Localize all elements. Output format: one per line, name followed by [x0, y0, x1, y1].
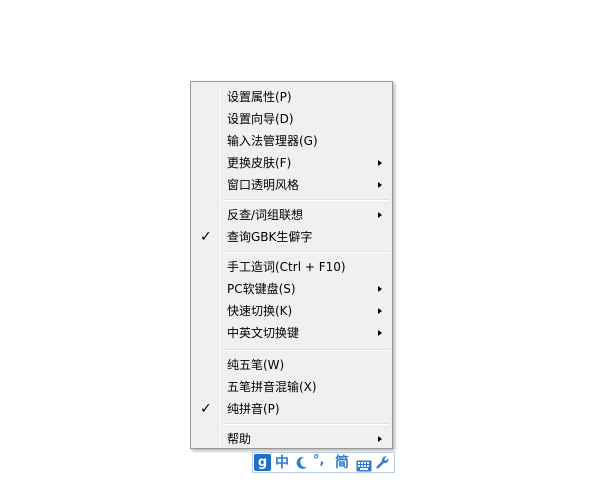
keyboard-icon[interactable]	[356, 457, 372, 476]
menu-separator	[222, 423, 389, 425]
menu-item-ime-manager[interactable]: 输入法管理器(G)	[193, 130, 390, 152]
checkmark-icon: ✓	[200, 401, 212, 417]
menu-item-pure-pinyin[interactable]: ✓ 纯拼音(P)	[193, 398, 390, 420]
punctuation-icon[interactable]: °,	[313, 453, 324, 469]
submenu-arrow-icon	[378, 212, 382, 218]
screen: 设置属性(P) 设置向导(D) 输入法管理器(G) 更换皮肤(F) 窗口透明风格…	[0, 0, 600, 500]
cn-en-mode-toggle[interactable]: 中	[275, 454, 289, 472]
submenu-arrow-icon	[378, 286, 382, 292]
menu-item-label: PC软键盘(S)	[227, 282, 296, 296]
half-moon-icon[interactable]	[296, 455, 308, 474]
menu-separator	[222, 199, 389, 201]
menu-item-label: 中英文切换键	[227, 326, 300, 340]
menu-separator	[222, 251, 389, 253]
menu-item-label: 快速切换(K)	[227, 304, 293, 318]
menu-item-pure-wubi[interactable]: 纯五笔(W)	[193, 354, 390, 376]
menu-item-help[interactable]: 帮助	[193, 428, 390, 450]
menu-item-label: 手工造词(Ctrl + F10)	[227, 260, 346, 274]
menu-item-label: 窗口透明风格	[227, 178, 300, 192]
submenu-arrow-icon	[378, 330, 382, 336]
menu-separator	[222, 349, 389, 351]
menu-item-reverse-lookup[interactable]: 反查/词组联想	[193, 204, 390, 226]
menu-item-wubi-pinyin-mix[interactable]: 五笔拼音混输(X)	[193, 376, 390, 398]
menu-item-gbk-rare-chars[interactable]: ✓ 查询GBK生僻字	[193, 226, 390, 248]
menu-item-label: 更换皮肤(F)	[227, 156, 292, 170]
checkmark-icon: ✓	[200, 229, 212, 245]
charset-simplified-toggle[interactable]: 简	[335, 454, 349, 472]
ime-context-menu: 设置属性(P) 设置向导(D) 输入法管理器(G) 更换皮肤(F) 窗口透明风格…	[190, 81, 393, 449]
menu-item-window-transparency[interactable]: 窗口透明风格	[193, 174, 390, 196]
ime-logo-icon[interactable]: g	[254, 454, 271, 471]
menu-item-cn-en-switch-key[interactable]: 中英文切换键	[193, 322, 390, 344]
menu-item-label: 帮助	[227, 432, 252, 446]
submenu-arrow-icon	[378, 308, 382, 314]
menu-item-label: 纯拼音(P)	[227, 402, 280, 416]
submenu-arrow-icon	[378, 160, 382, 166]
menu-item-soft-keyboard[interactable]: PC软键盘(S)	[193, 278, 390, 300]
submenu-arrow-icon	[378, 436, 382, 442]
menu-item-settings[interactable]: 设置属性(P)	[193, 86, 390, 108]
menu-item-label: 设置向导(D)	[227, 112, 294, 126]
menu-item-manual-word[interactable]: 手工造词(Ctrl + F10)	[193, 256, 390, 278]
menu-item-label: 纯五笔(W)	[227, 358, 285, 372]
menu-item-label: 反查/词组联想	[227, 208, 304, 222]
ime-status-bar: g 中 °, 简	[252, 452, 395, 473]
menu-item-label: 五笔拼音混输(X)	[227, 380, 317, 394]
submenu-arrow-icon	[378, 182, 382, 188]
menu-item-label: 设置属性(P)	[227, 90, 292, 104]
wrench-icon[interactable]	[375, 455, 390, 474]
menu-item-change-skin[interactable]: 更换皮肤(F)	[193, 152, 390, 174]
menu-item-label: 查询GBK生僻字	[227, 230, 313, 244]
menu-item-label: 输入法管理器(G)	[227, 134, 318, 148]
menu-item-quick-switch[interactable]: 快速切换(K)	[193, 300, 390, 322]
menu-item-setup-wizard[interactable]: 设置向导(D)	[193, 108, 390, 130]
